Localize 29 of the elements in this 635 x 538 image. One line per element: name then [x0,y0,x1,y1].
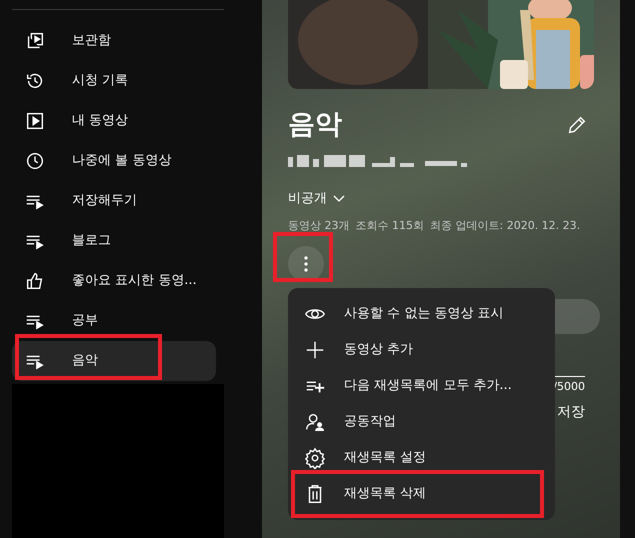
more-vertical-icon [304,256,308,272]
sidebar-item[interactable]: 내 동영상 [12,101,216,141]
playlist-title: 음악 [288,108,342,142]
playlist-stat: 최종 업데이트: 2020. 12. 23. [430,218,580,234]
character-count: /5000 [553,379,585,395]
privacy-dropdown[interactable]: 비공개 [288,189,327,208]
sidebar-item[interactable]: 공부 [12,301,216,341]
save-label[interactable]: 저장 [557,402,585,422]
plus-icon [304,339,326,361]
menu-item[interactable]: 재생목록 설정 [288,440,555,476]
menu-item[interactable]: 사용할 수 없는 동영상 표시 [288,296,555,332]
edit-icon[interactable] [566,114,588,136]
chevron-down-icon[interactable] [333,194,345,203]
settings-icon [304,447,326,469]
playlist-stat: 조회수 115회 [356,218,424,234]
sidebar-item[interactable]: 좋아요 표시한 동영... [12,261,216,301]
clock-icon [24,150,46,172]
menu-item[interactable]: 재생목록 삭제 [288,476,555,512]
menu-item[interactable]: 공동작업 [288,404,555,440]
menu-item[interactable]: 동영상 추가 [288,332,555,368]
menu-item[interactable]: 다음 재생목록에 모두 추가... [288,368,555,404]
sidebar-item[interactable]: 시청 기록 [12,61,216,101]
play-square-icon [24,110,46,132]
sidebar-item[interactable]: 나중에 볼 동영상 [12,141,216,181]
person-icon [304,411,326,433]
sidebar-item[interactable]: 보관함 [12,21,216,61]
playlist-stat: 동영상 23개 [288,218,350,234]
sidebar-item[interactable]: 저장해두기 [12,181,216,221]
sidebar-item[interactable]: 블로그 [12,221,216,261]
